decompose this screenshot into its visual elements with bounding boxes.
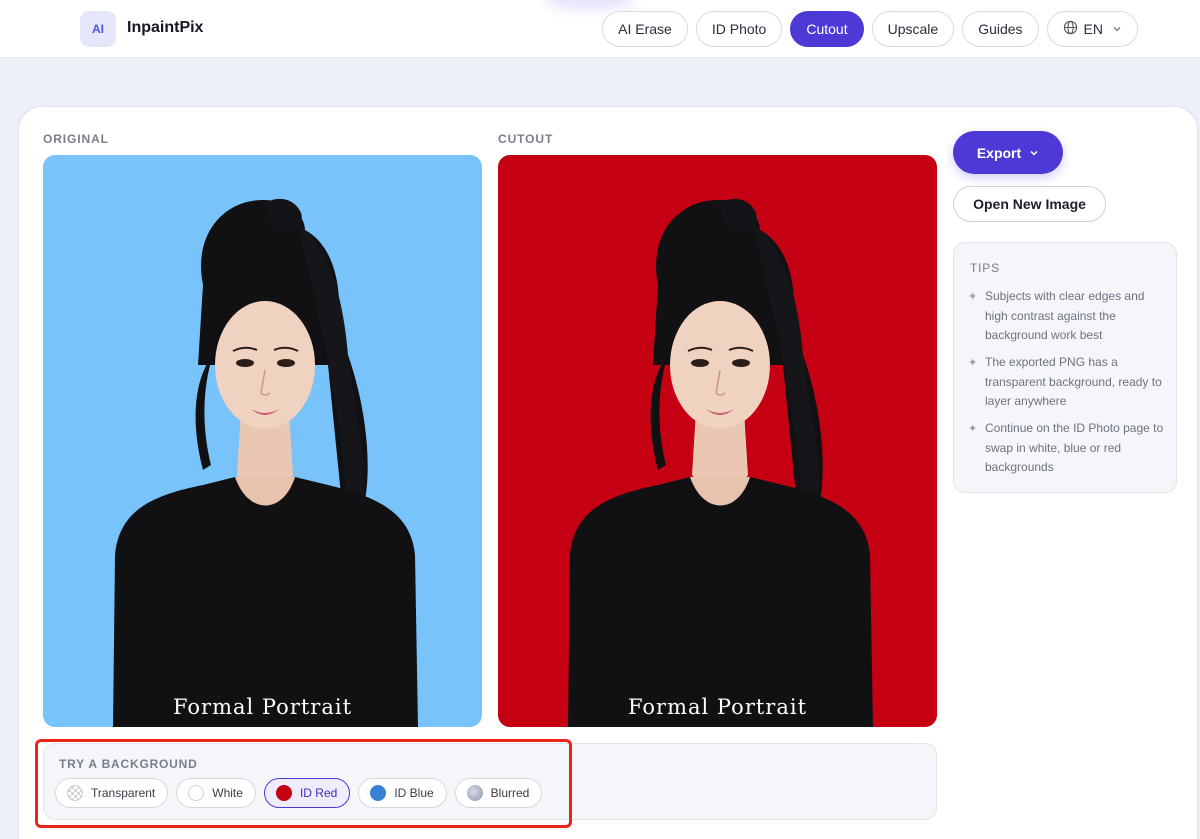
original-image: Formal Portrait [43,155,482,727]
tip-text: Continue on the ID Photo page to swap in… [985,421,1164,474]
language-label: EN [1083,21,1103,37]
sparkle-icon: ✦ [968,357,978,369]
export-label: Export [976,144,1022,161]
export-button[interactable]: Export [953,131,1063,174]
brand-name[interactable]: InpaintPix [127,19,203,37]
sparkle-icon: ✦ [968,291,978,303]
sparkle-icon: ✦ [968,423,978,435]
open-new-image-button[interactable]: Open New Image [953,186,1106,222]
cutout-image: Formal Portrait [498,155,937,727]
language-selector[interactable]: EN [1046,11,1138,47]
tip-item: ✦ Subjects with clear edges and high con… [968,287,1166,346]
cutout-label: CUTOUT [498,132,554,146]
logo-badge[interactable]: AI [80,11,116,47]
highlight-annotation [35,739,572,828]
nav-ai-erase[interactable]: AI Erase [602,11,688,47]
nav-id-photo[interactable]: ID Photo [695,11,783,47]
tip-item: ✦ Continue on the ID Photo page to swap … [968,419,1166,478]
top-header: AI InpaintPix AI Erase ID Photo Cutout U… [0,0,1200,58]
tips-panel: TIPS ✦ Subjects with clear edges and hig… [953,242,1177,493]
chevron-down-icon [1112,21,1122,37]
tips-title: TIPS [970,261,1000,275]
header-glow [545,0,635,10]
main-nav: AI Erase ID Photo Cutout Upscale Guides … [602,11,1138,47]
original-label: ORIGINAL [43,132,109,146]
nav-upscale[interactable]: Upscale [871,11,955,47]
portrait-cutout-illustration [568,198,873,727]
original-caption: Formal Portrait [172,695,353,719]
tip-item: ✦ The exported PNG has a transparent bac… [968,353,1166,412]
globe-icon [1063,20,1078,38]
portrait-illustration [113,198,418,727]
nav-cutout[interactable]: Cutout [790,11,864,47]
cutout-caption: Formal Portrait [627,695,808,719]
chevron-down-icon [1029,145,1039,161]
nav-guides[interactable]: Guides [962,11,1039,47]
tip-text: The exported PNG has a transparent backg… [985,355,1162,408]
tip-text: Subjects with clear edges and high contr… [985,289,1145,342]
